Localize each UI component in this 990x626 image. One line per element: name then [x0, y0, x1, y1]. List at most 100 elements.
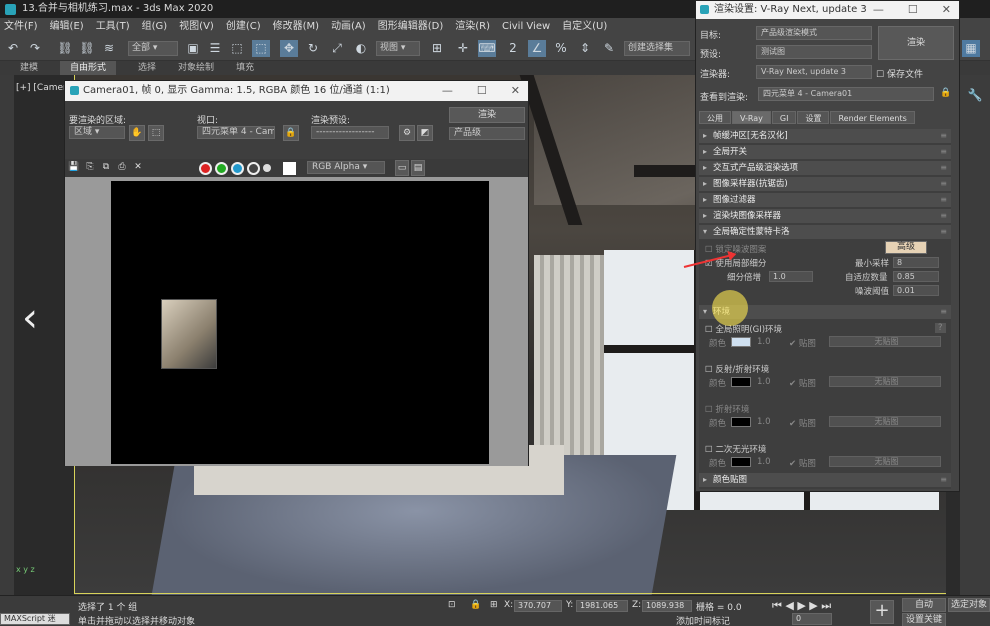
chevron-left-icon[interactable]: ‹: [22, 295, 38, 341]
lock-icon[interactable]: 🔒: [283, 125, 299, 141]
tab-vray[interactable]: V-Ray: [732, 111, 771, 124]
red-channel-icon[interactable]: [199, 162, 212, 175]
refr-color-swatch[interactable]: [731, 417, 751, 427]
refl-map-button[interactable]: 无贴图: [829, 376, 941, 387]
selection-lock-icon[interactable]: 🔒: [470, 600, 481, 610]
ribbon-tab-freeform[interactable]: 自由形式: [60, 61, 117, 75]
selected-objects-dropdown[interactable]: 选定对象: [948, 598, 990, 612]
render-production-icon[interactable]: ▦: [962, 40, 980, 57]
ribbon-tab-selection[interactable]: 选择: [138, 61, 156, 75]
render-preset-dropdown[interactable]: ------------------: [311, 126, 389, 139]
maxscript-listener[interactable]: MAXScript 迷: [0, 613, 70, 625]
refl-mult-value[interactable]: 1.0: [757, 377, 771, 387]
refr-map-checkbox[interactable]: ✔ 贴图: [789, 417, 816, 429]
viewport-dropdown[interactable]: 四元菜单 4 - Camera01: [197, 126, 275, 139]
subdiv-mult-field[interactable]: 1.0: [769, 271, 813, 282]
add-time-tag[interactable]: 添加时间标记: [676, 614, 730, 626]
ribbon-tab-populate[interactable]: 填充: [236, 61, 254, 75]
bind-space-warp-icon[interactable]: ≋: [100, 40, 118, 57]
rollout-bucket-sampler[interactable]: 渲染块图像采样器 ≡: [699, 209, 951, 223]
menu-create[interactable]: 创建(C): [226, 18, 261, 36]
help-icon[interactable]: ?: [935, 323, 946, 333]
reference-coord-dropdown[interactable]: 视图 ▾: [376, 41, 420, 56]
menu-customize[interactable]: 自定义(U): [562, 18, 607, 36]
named-selection-dropdown[interactable]: 创建选择集: [624, 41, 690, 56]
gi-env-checkbox[interactable]: ☐ 全局照明(GI)环境: [705, 323, 782, 335]
rollout-frame-buffer[interactable]: 帧缓冲区[无名汉化] ≡: [699, 129, 951, 143]
x-coordinate-field[interactable]: 370.707: [514, 600, 562, 612]
save-image-icon[interactable]: 💾: [67, 160, 81, 176]
select-move-icon[interactable]: ✥: [280, 40, 298, 57]
wrench-icon[interactable]: 🔧: [966, 87, 984, 104]
view-to-render-dropdown[interactable]: 四元菜单 4 - Camera01: [758, 87, 934, 101]
menu-tools[interactable]: 工具(T): [96, 18, 130, 36]
rollout-menu-icon[interactable]: ≡: [940, 193, 947, 207]
secondary-map-button[interactable]: 无贴图: [829, 456, 941, 467]
tab-gi[interactable]: GI: [771, 111, 797, 124]
rollout-menu-icon[interactable]: ≡: [940, 473, 947, 487]
rollout-menu-icon[interactable]: ≡: [940, 305, 947, 319]
environment-effects-icon[interactable]: ◩: [417, 125, 433, 141]
target-dropdown[interactable]: 产品级渲染模式: [756, 26, 872, 40]
select-rotate-icon[interactable]: ↻: [304, 40, 322, 57]
rollout-menu-icon[interactable]: ≡: [940, 161, 947, 175]
current-frame-field[interactable]: 0: [792, 613, 832, 625]
refl-map-checkbox[interactable]: ✔ 贴图: [789, 377, 816, 389]
gi-color-swatch[interactable]: [731, 337, 751, 347]
secondary-matte-checkbox[interactable]: ☐ 二次无光环境: [705, 443, 766, 455]
product-level-dropdown[interactable]: 产品级: [449, 127, 525, 140]
render-setup-icon[interactable]: ⚙: [399, 125, 415, 141]
menu-file[interactable]: 文件(F): [4, 18, 38, 36]
percent-snap-icon[interactable]: %: [552, 40, 570, 57]
close-icon[interactable]: ✕: [511, 81, 520, 101]
save-file-checkbox[interactable]: ☐ 保存文件: [876, 67, 923, 80]
gi-mult-value[interactable]: 1.0: [757, 337, 771, 347]
z-coordinate-field[interactable]: 1089.938: [642, 600, 692, 612]
absolute-mode-icon[interactable]: ⊞: [490, 600, 498, 610]
secondary-mult-value[interactable]: 1.0: [757, 457, 771, 467]
set-key-icon[interactable]: +: [870, 600, 894, 624]
clear-icon[interactable]: ✕: [131, 160, 145, 176]
ribbon-tab-object-paint[interactable]: 对象绘制: [178, 61, 214, 75]
rollout-global-dmc[interactable]: 全局确定性蒙特卡洛 ≡: [699, 225, 951, 239]
blue-channel-icon[interactable]: [231, 162, 244, 175]
alpha-channel-icon[interactable]: [247, 162, 260, 175]
secondary-map-checkbox[interactable]: ✔ 贴图: [789, 457, 816, 469]
redo-icon[interactable]: ↷: [26, 40, 44, 57]
secondary-color-swatch[interactable]: [731, 457, 751, 467]
clone-window-icon[interactable]: ⧉: [99, 160, 113, 176]
rollout-color-mapping[interactable]: 颜色贴图 ≡: [699, 473, 951, 487]
rollout-global-switches[interactable]: 全局开关 ≡: [699, 145, 951, 159]
render-button[interactable]: 渲染: [449, 107, 525, 123]
preset-dropdown[interactable]: 测试图: [756, 45, 872, 59]
close-icon[interactable]: ✕: [942, 1, 951, 19]
place-icon[interactable]: ◐: [352, 40, 370, 57]
refr-mult-value[interactable]: 1.0: [757, 417, 771, 427]
advanced-mode-button[interactable]: 高级: [885, 241, 927, 254]
render-button[interactable]: 渲染: [878, 26, 954, 60]
select-manipulate-icon[interactable]: ✛: [454, 40, 472, 57]
rollout-menu-icon[interactable]: ≡: [940, 225, 947, 239]
copy-image-icon[interactable]: ⎘: [83, 160, 97, 176]
gi-map-button[interactable]: 无贴图: [829, 336, 941, 347]
swatch-icon[interactable]: [283, 162, 296, 175]
isolate-icon[interactable]: ⊡: [448, 600, 456, 610]
angle-snap-icon[interactable]: ∠: [528, 40, 546, 57]
refr-map-button[interactable]: 无贴图: [829, 416, 941, 427]
print-icon[interactable]: ⎙: [115, 160, 129, 176]
rect-selection-icon[interactable]: ⬚: [228, 40, 246, 57]
min-samples-field[interactable]: 8: [893, 257, 939, 268]
refr-env-checkbox[interactable]: ☐ 折射环境: [705, 403, 749, 415]
maximize-icon[interactable]: ☐: [908, 1, 918, 19]
menu-group[interactable]: 组(G): [142, 18, 168, 36]
rollout-image-sampler[interactable]: 图像采样器(抗锯齿) ≡: [699, 177, 951, 191]
rollout-menu-icon[interactable]: ≡: [940, 145, 947, 159]
menu-views[interactable]: 视图(V): [179, 18, 214, 36]
snap-toggle-icon[interactable]: 2: [504, 40, 522, 57]
minimize-icon[interactable]: —: [873, 1, 884, 19]
rollout-ipr-options[interactable]: 交互式产品级渲染选项 ≡: [699, 161, 951, 175]
playback-controls[interactable]: ⏮ ◀ ▶ ▶ ⏭: [772, 599, 831, 613]
auto-key-button[interactable]: 自动: [902, 598, 946, 612]
rollout-image-filter[interactable]: 图像过滤器 ≡: [699, 193, 951, 207]
gi-map-checkbox[interactable]: ✔ 贴图: [789, 337, 816, 349]
